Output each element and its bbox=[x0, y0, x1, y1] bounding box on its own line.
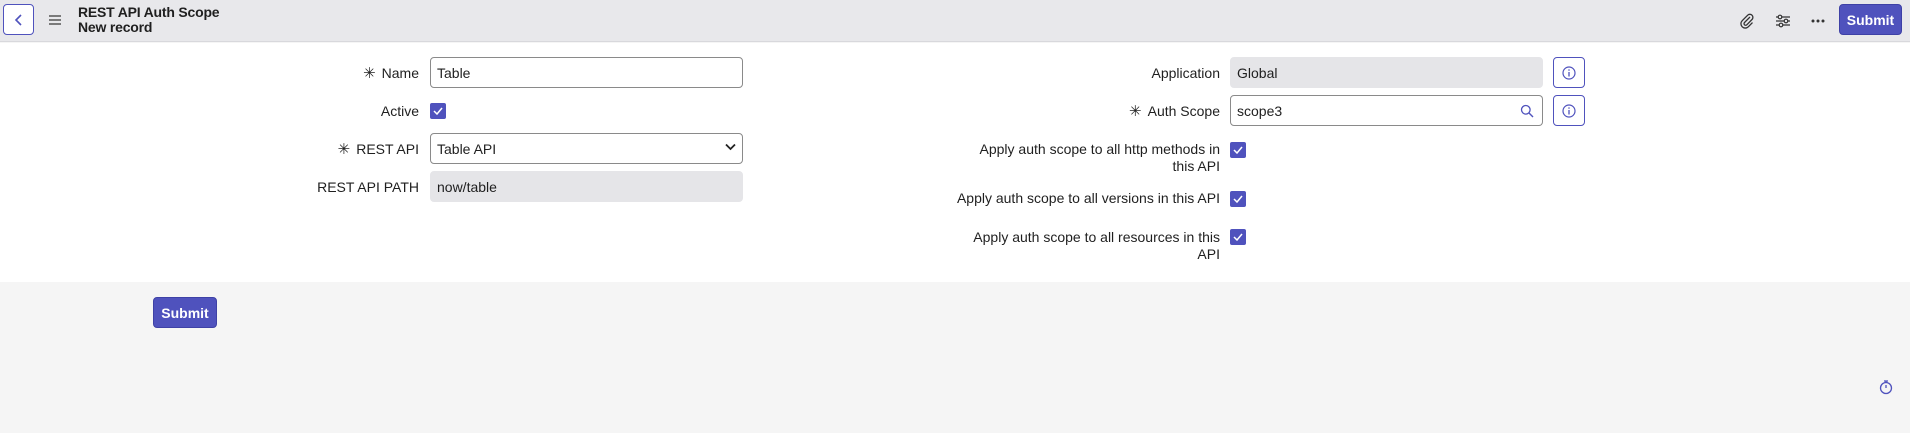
required-marker: ✳ bbox=[363, 65, 376, 82]
auth-scope-label: ✳ Auth Scope bbox=[1129, 103, 1220, 120]
auth-scope-field[interactable]: scope3 bbox=[1230, 95, 1513, 126]
checkmark-icon bbox=[1233, 195, 1243, 203]
rest-api-select[interactable]: Table API bbox=[430, 133, 743, 164]
active-checkbox[interactable] bbox=[430, 103, 446, 119]
application-label: Application bbox=[1151, 65, 1221, 81]
header-bar: REST API Auth Scope New record Submit bbox=[0, 0, 1910, 42]
rest-api-path-label: REST API PATH bbox=[317, 179, 419, 195]
stopwatch-icon[interactable] bbox=[1878, 379, 1894, 395]
apply-versions-checkbox[interactable] bbox=[1230, 191, 1246, 207]
apply-http-methods-label: Apply auth scope to all http methods in … bbox=[979, 141, 1220, 174]
apply-versions-label: Apply auth scope to all versions in this… bbox=[956, 190, 1220, 206]
page-subtitle: New record bbox=[78, 19, 153, 35]
auth-scope-info-button[interactable] bbox=[1553, 95, 1585, 126]
rest-api-value: Table API bbox=[437, 140, 497, 157]
checkmark-icon bbox=[1233, 146, 1243, 154]
application-info-button[interactable] bbox=[1553, 57, 1585, 88]
more-options-button[interactable] bbox=[1806, 9, 1830, 33]
chevron-down-icon bbox=[725, 143, 736, 151]
auth-scope-lookup-button[interactable] bbox=[1512, 95, 1543, 126]
rest-api-path-field: now/table bbox=[430, 171, 743, 202]
attachment-icon bbox=[1740, 13, 1754, 29]
checkmark-icon bbox=[433, 107, 443, 115]
active-label: Active bbox=[380, 103, 419, 119]
back-button[interactable] bbox=[3, 4, 34, 35]
header-submit-button[interactable]: Submit bbox=[1839, 4, 1902, 35]
apply-resources-label: Apply auth scope to all resources in thi… bbox=[973, 229, 1220, 262]
menu-button[interactable] bbox=[44, 8, 66, 32]
application-field: Global bbox=[1230, 57, 1543, 88]
name-field[interactable]: Table bbox=[430, 57, 743, 88]
record-title: REST API Auth Scope New record bbox=[78, 4, 220, 35]
back-icon bbox=[14, 13, 22, 26]
page-title: REST API Auth Scope bbox=[78, 4, 220, 20]
search-icon bbox=[1520, 104, 1534, 117]
more-icon bbox=[1811, 19, 1825, 23]
info-icon bbox=[1562, 65, 1576, 80]
settings-sliders-icon bbox=[1776, 14, 1790, 28]
apply-http-methods-checkbox[interactable] bbox=[1230, 142, 1246, 158]
name-label: ✳ Name bbox=[363, 65, 419, 82]
apply-resources-checkbox[interactable] bbox=[1230, 229, 1246, 245]
checkmark-icon bbox=[1233, 233, 1243, 241]
info-icon bbox=[1562, 103, 1576, 118]
rest-api-label: ✳ REST API bbox=[337, 141, 419, 158]
menu-icon bbox=[49, 15, 61, 25]
attachment-button[interactable] bbox=[1735, 9, 1759, 33]
personalize-form-button[interactable] bbox=[1771, 9, 1795, 33]
record-form: ✳ Name Table Active ✳ REST API Table API R… bbox=[0, 43, 1910, 282]
footer-submit-button[interactable]: Submit bbox=[153, 297, 217, 328]
